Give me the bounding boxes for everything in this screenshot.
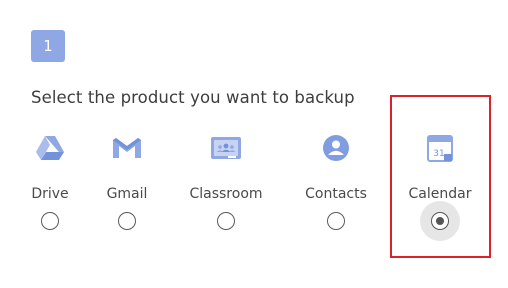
product-option-calendar[interactable]: 31 Calendar xyxy=(392,128,488,268)
product-label-classroom: Classroom xyxy=(189,186,263,202)
product-label-contacts: Contacts xyxy=(305,186,367,202)
product-option-classroom[interactable]: Classroom xyxy=(178,128,274,268)
google-drive-icon xyxy=(30,128,70,168)
step-number-badge: 1 xyxy=(31,30,65,62)
section-heading: Select the product you want to backup xyxy=(31,88,355,107)
gmail-icon xyxy=(107,128,147,168)
product-option-gmail[interactable]: Gmail xyxy=(79,128,175,268)
google-calendar-icon: 31 xyxy=(420,128,460,168)
google-contacts-icon xyxy=(316,128,356,168)
product-radio-contacts[interactable] xyxy=(327,212,345,230)
product-radio-classroom[interactable] xyxy=(217,212,235,230)
google-classroom-icon xyxy=(206,128,246,168)
product-radio-gmail[interactable] xyxy=(118,212,136,230)
product-radio-drive[interactable] xyxy=(41,212,59,230)
backup-step-card: 1 Select the product you want to backup … xyxy=(0,0,508,288)
product-radio-calendar[interactable] xyxy=(431,212,449,230)
product-label-gmail: Gmail xyxy=(106,186,148,202)
calendar-icon-date: 31 xyxy=(433,149,444,159)
product-label-calendar: Calendar xyxy=(408,186,472,202)
product-option-contacts[interactable]: Contacts xyxy=(288,128,384,268)
